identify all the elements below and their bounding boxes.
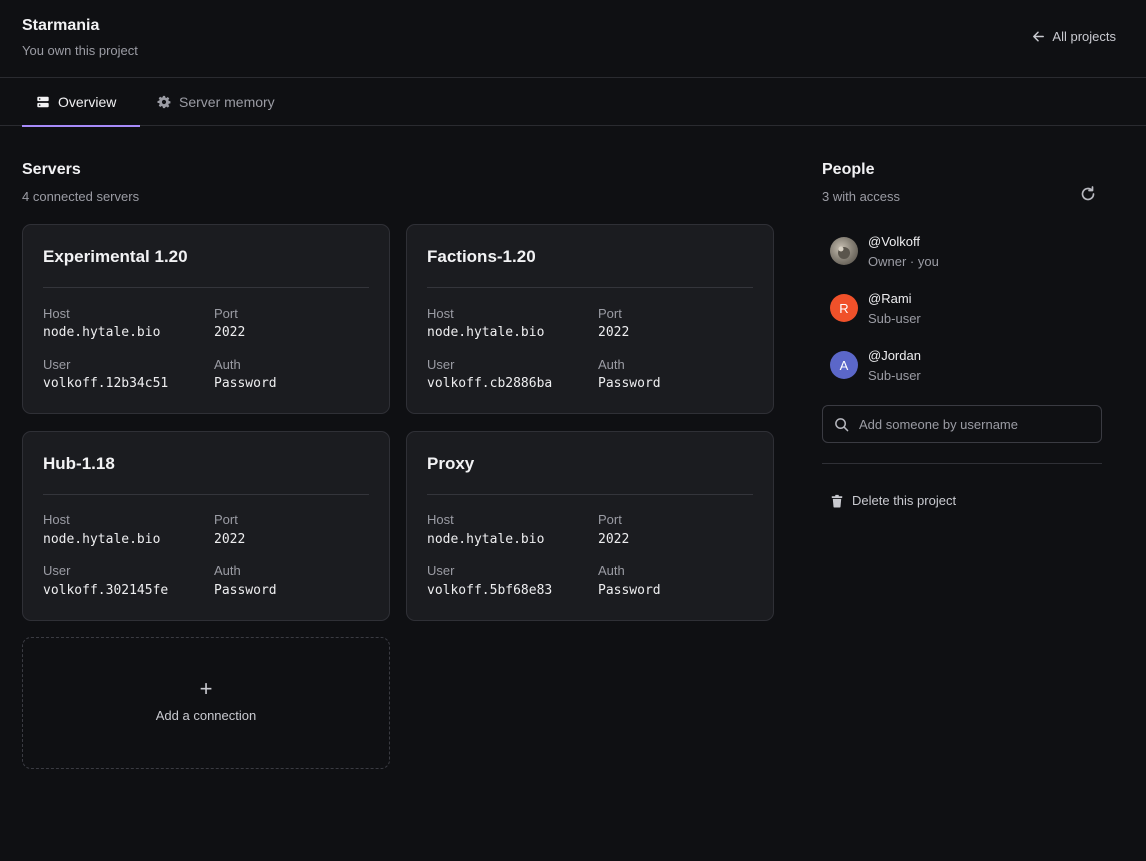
auth-value: Password [598,376,661,391]
refresh-icon [1081,186,1095,201]
project-ownership-text: You own this project [22,43,138,58]
person-name: @Rami [868,291,912,306]
host-value: node.hytale.bio [427,325,545,340]
auth-label: Auth [214,357,241,372]
server-card[interactable]: Experimental 1.20 Host node.hytale.bio P… [22,224,390,414]
gear-icon [157,95,171,109]
server-name: Hub-1.18 [43,454,115,473]
auth-label: Auth [214,563,241,578]
delete-project-label: Delete this project [852,493,957,508]
port-value: 2022 [598,532,630,547]
card-divider [43,494,369,495]
user-value: volkoff.cb2886ba [427,376,553,391]
port-label: Port [598,512,622,527]
tab-overview[interactable]: Overview [22,78,140,127]
add-connection-button[interactable]: + Add a connection [22,637,390,769]
person-item: R @Rami Sub-user [830,291,1102,335]
avatar [830,237,858,265]
trash-icon [831,494,843,507]
host-value: node.hytale.bio [43,325,161,340]
avatar-photo-icon [838,246,850,259]
servers-count: 4 connected servers [22,189,140,204]
host-label: Host [43,306,70,321]
refresh-button[interactable] [1078,184,1098,204]
add-connection-label: Add a connection [155,708,257,723]
servers-heading: Servers [22,161,81,178]
card-divider [43,287,369,288]
host-value: node.hytale.bio [43,532,161,547]
page-header: Starmania You own this project All proje… [0,0,1146,78]
auth-value: Password [598,583,661,598]
person-item: A @Jordan Sub-user [830,348,1102,392]
all-projects-link[interactable]: All projects [1031,29,1116,44]
add-user-search [822,405,1102,443]
person-role: Owner · you [868,254,939,269]
section-divider [822,463,1102,464]
host-label: Host [427,306,454,321]
auth-value: Password [214,376,277,391]
port-value: 2022 [214,532,246,547]
plus-icon: + [199,676,213,701]
server-card[interactable]: Factions-1.20 Host node.hytale.bio Port … [406,224,774,414]
server-icon [37,96,49,108]
tab-bar: Overview Server memory [0,78,1146,127]
port-label: Port [214,512,238,527]
username-search-input[interactable] [859,406,1095,442]
card-divider [427,287,753,288]
port-label: Port [214,306,238,321]
person-name: @Volkoff [868,234,920,249]
user-label: User [43,563,71,578]
avatar: R [830,294,858,322]
project-title: Starmania [22,17,100,34]
user-label: User [427,357,455,372]
user-value: volkoff.302145fe [43,583,169,598]
port-label: Port [598,306,622,321]
person-item: @Volkoff Owner · you [830,234,1102,278]
user-value: volkoff.12b34c51 [43,376,169,391]
server-card[interactable]: Hub-1.18 Host node.hytale.bio Port 2022 … [22,431,390,621]
delete-project-button[interactable]: Delete this project [830,493,956,508]
auth-value: Password [214,583,277,598]
person-role: Sub-user [868,368,921,383]
auth-label: Auth [598,357,625,372]
server-name: Proxy [427,454,475,473]
server-name: Experimental 1.20 [43,247,188,266]
arrow-left-icon [1033,31,1045,42]
user-label: User [427,563,455,578]
tab-server-memory-label: Server memory [179,94,275,110]
user-label: User [43,357,71,372]
tab-server-memory[interactable]: Server memory [157,78,275,126]
port-value: 2022 [214,325,246,340]
host-label: Host [427,512,454,527]
user-value: volkoff.5bf68e83 [427,583,553,598]
avatar: A [830,351,858,379]
people-count: 3 with access [822,189,901,204]
tab-overview-label: Overview [58,94,117,110]
auth-label: Auth [598,563,625,578]
people-heading: People [822,161,875,178]
server-name: Factions-1.20 [427,247,536,266]
all-projects-label: All projects [1052,29,1116,44]
host-label: Host [43,512,70,527]
person-name: @Jordan [868,348,921,363]
port-value: 2022 [598,325,630,340]
server-card[interactable]: Proxy Host node.hytale.bio Port 2022 Use… [406,431,774,621]
card-divider [427,494,753,495]
search-icon [835,418,849,432]
host-value: node.hytale.bio [427,532,545,547]
person-role: Sub-user [868,311,921,326]
